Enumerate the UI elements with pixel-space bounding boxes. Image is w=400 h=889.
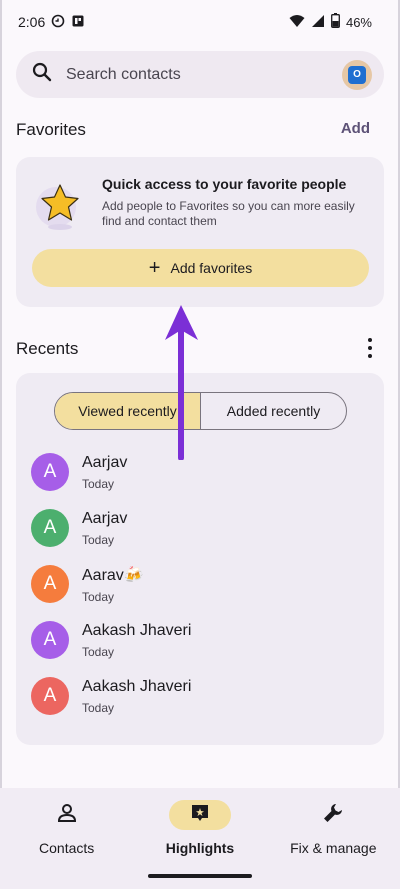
wifi-icon: [289, 14, 305, 31]
contact-row[interactable]: A Aakash Jhaveri Today: [31, 674, 371, 718]
person-icon: [56, 802, 78, 829]
recents-title: Recents: [16, 339, 79, 358]
status-time: 2:06: [18, 14, 46, 30]
favorites-card: Quick access to your favorite people Add…: [16, 157, 384, 307]
tab-added-recently[interactable]: Added recently: [201, 393, 346, 429]
star-icon: [30, 175, 90, 235]
account-avatar[interactable]: O: [342, 59, 372, 90]
add-favorites-button[interactable]: + Add favorites: [32, 249, 369, 287]
more-options-icon[interactable]: [362, 338, 378, 358]
contact-time: Today: [82, 700, 115, 715]
contact-name: Aakash Jhaveri: [82, 677, 192, 695]
contact-time: Today: [82, 532, 115, 547]
battery-icon: [331, 13, 340, 31]
contact-avatar: A: [31, 453, 69, 491]
contact-row[interactable]: A Aakash Jhaveri Today: [31, 618, 371, 662]
nav-fix-manage[interactable]: Fix & manage: [273, 800, 393, 889]
contact-avatar: A: [31, 565, 69, 603]
annotation-arrow-icon: [165, 305, 198, 460]
status-bar: 2:06 46%: [0, 0, 400, 44]
favorites-card-title: Quick access to your favorite people: [102, 176, 347, 192]
nav-contacts[interactable]: Contacts: [7, 800, 127, 889]
contact-name: Aakash Jhaveri: [82, 621, 192, 639]
favorites-title: Favorites: [16, 120, 86, 139]
nav-fix-manage-label: Fix & manage: [290, 840, 377, 856]
notification-icon: [71, 14, 85, 31]
nav-highlights-label: Highlights: [165, 840, 235, 856]
wrench-icon: [322, 802, 344, 829]
battery-percent: 46%: [345, 14, 372, 30]
plus-icon: +: [148, 257, 161, 279]
signal-icon: [311, 14, 325, 31]
contact-time: Today: [82, 476, 115, 491]
highlights-icon: [189, 802, 211, 829]
nav-contacts-label: Contacts: [39, 840, 95, 856]
contact-name: Aarjav: [82, 453, 128, 471]
home-indicator[interactable]: [148, 874, 252, 878]
contact-name: Aarav🍻: [82, 566, 144, 584]
search-bar[interactable]: Search contacts O: [16, 51, 384, 98]
do-not-disturb-icon: [51, 14, 65, 31]
contact-time: Today: [82, 644, 115, 659]
contact-avatar: A: [31, 509, 69, 547]
contact-avatar: A: [31, 677, 69, 715]
favorites-card-description: Add people to Favorites so you can more …: [102, 199, 355, 228]
contact-avatar: A: [31, 621, 69, 659]
add-favorites-link[interactable]: Add: [341, 120, 370, 137]
contact-row[interactable]: A Aarav🍻 Today: [31, 562, 371, 606]
search-icon: [32, 62, 52, 87]
outlook-icon: O: [348, 65, 366, 84]
contact-time: Today: [82, 589, 115, 604]
add-favorites-label: Add favorites: [170, 260, 253, 276]
search-input[interactable]: Search contacts: [66, 66, 342, 84]
contact-row[interactable]: A Aarjav Today: [31, 506, 371, 550]
contact-name: Aarjav: [82, 509, 128, 527]
